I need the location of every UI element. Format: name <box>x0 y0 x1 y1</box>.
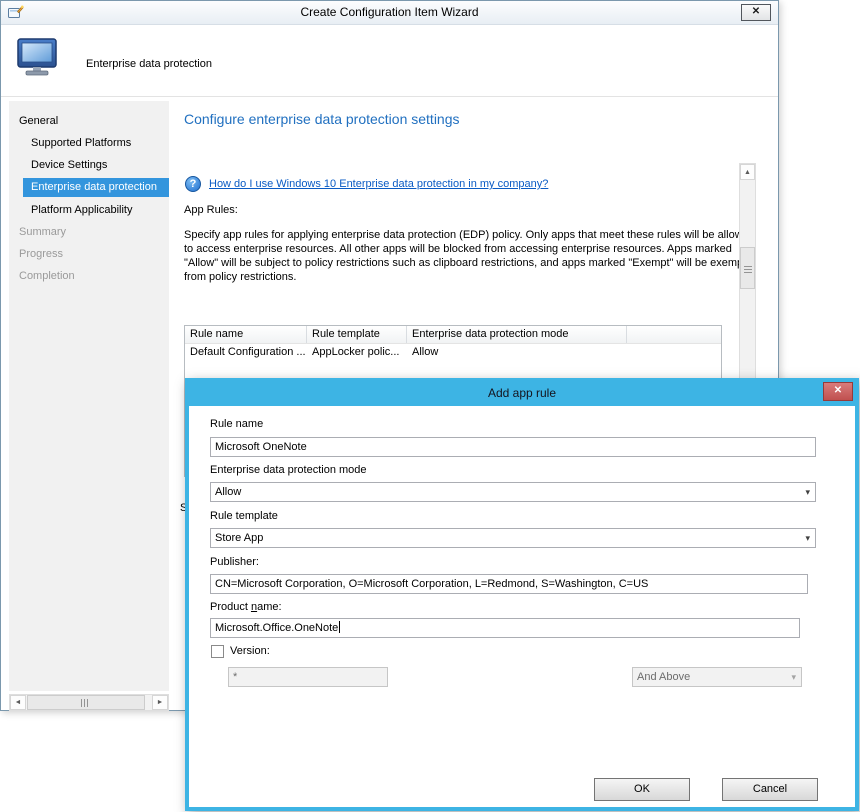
wizard-page-label: Enterprise data protection <box>86 58 212 70</box>
window-titlebar: Create Configuration Item Wizard ✕ <box>1 1 778 25</box>
page-title: Configure enterprise data protection set… <box>184 111 460 127</box>
dialog-titlebar: Add app rule ✕ <box>189 382 855 406</box>
publisher-value: CN=Microsoft Corporation, O=Microsoft Co… <box>215 578 648 590</box>
sidebar-item-summary: Summary <box>9 223 169 242</box>
rule-name-input[interactable]: Microsoft OneNote <box>210 437 816 457</box>
horizontal-scroll-thumb[interactable] <box>27 695 145 710</box>
add-app-rule-dialog: Add app rule ✕ Rule name Microsoft OneNo… <box>185 378 859 811</box>
rule-template-value: Store App <box>215 532 263 544</box>
rule-template-select[interactable]: Store App ▾ <box>210 528 816 548</box>
sidebar-item-label: Progress <box>19 248 63 260</box>
sidebar-item-enterprise-data-protection[interactable]: Enterprise data protection <box>23 178 169 197</box>
version-mode-value: And Above <box>637 671 690 683</box>
rule-template-label: Rule template <box>210 510 278 522</box>
column-header-filler <box>627 326 721 343</box>
app-rules-description: Specify app rules for applying enterpris… <box>184 228 764 284</box>
text-cursor <box>339 621 340 633</box>
wizard-header-band: Enterprise data protection <box>1 25 778 97</box>
cancel-button[interactable]: Cancel <box>722 778 818 801</box>
sidebar-item-completion: Completion <box>9 267 169 286</box>
sidebar-item-platform-applicability[interactable]: Platform Applicability <box>9 201 169 220</box>
column-header-label: Rule template <box>312 328 380 340</box>
computer-icon <box>15 37 61 79</box>
close-icon: ✕ <box>752 6 760 17</box>
chevron-down-icon: ▾ <box>805 483 810 501</box>
product-name-input[interactable]: Microsoft.Office.OneNote <box>210 618 800 638</box>
help-icon: ? <box>185 176 201 192</box>
version-value-input: * <box>228 667 388 687</box>
edp-mode-label: Enterprise data protection mode <box>210 464 367 476</box>
window-title: Create Configuration Item Wizard <box>1 1 778 24</box>
chevron-down-icon: ▾ <box>805 529 810 547</box>
table-cell-rule-template: AppLocker polic... <box>307 344 407 361</box>
help-link[interactable]: How do I use Windows 10 Enterprise data … <box>209 178 548 190</box>
product-name-label: Product name: <box>210 601 282 613</box>
column-header-label: Enterprise data protection mode <box>412 328 569 340</box>
sidebar-item-label: General <box>19 115 58 127</box>
column-header-rule-name[interactable]: Rule name <box>185 326 307 343</box>
edp-mode-select[interactable]: Allow ▾ <box>210 482 816 502</box>
screen: Create Configuration Item Wizard ✕ <box>0 0 860 812</box>
sidebar-item-label: Device Settings <box>31 159 107 171</box>
publisher-label: Publisher: <box>210 556 259 568</box>
ok-button[interactable]: OK <box>594 778 690 801</box>
sidebar-item-progress: Progress <box>9 245 169 264</box>
sidebar-item-label: Summary <box>19 226 66 238</box>
wizard-app-icon <box>8 5 24 21</box>
question-mark-glyph: ? <box>190 178 197 190</box>
sidebar-item-label: Enterprise data protection <box>31 181 157 193</box>
scroll-right-icon: ► <box>157 699 164 706</box>
product-name-value: Microsoft.Office.OneNote <box>215 622 338 634</box>
scroll-right-button[interactable]: ► <box>152 695 168 710</box>
table-cell-rule-name: Default Configuration ... <box>185 344 307 361</box>
rule-name-value: Microsoft OneNote <box>215 441 307 453</box>
scroll-up-button[interactable]: ▲ <box>740 164 755 180</box>
app-rules-label: App Rules: <box>184 204 238 216</box>
sidebar-horizontal-scrollbar[interactable]: ◄ ► <box>9 694 169 711</box>
chevron-down-icon: ▾ <box>791 668 796 686</box>
scroll-left-icon: ◄ <box>15 699 22 706</box>
window-close-button[interactable]: ✕ <box>741 4 771 21</box>
publisher-input[interactable]: CN=Microsoft Corporation, O=Microsoft Co… <box>210 574 808 594</box>
version-checkbox[interactable] <box>211 645 224 658</box>
vertical-scroll-thumb[interactable] <box>740 247 755 289</box>
dialog-title: Add app rule <box>189 382 855 405</box>
version-mode-select: And Above ▾ <box>632 667 802 687</box>
column-header-label: Rule name <box>190 328 243 340</box>
close-icon: ✕ <box>834 385 842 396</box>
scroll-left-button[interactable]: ◄ <box>10 695 26 710</box>
table-header: Rule name Rule template Enterprise data … <box>185 326 721 344</box>
table-cell-edp-mode: Allow <box>407 344 627 361</box>
version-label: Version: <box>230 645 270 658</box>
version-value: * <box>233 671 237 683</box>
scroll-up-icon: ▲ <box>744 169 751 176</box>
sidebar-item-label: Platform Applicability <box>31 204 133 216</box>
sidebar-item-general[interactable]: General <box>9 112 169 131</box>
scroll-thumb-grip <box>744 264 752 273</box>
wizard-steps-sidebar: General Supported Platforms Device Setti… <box>9 101 169 691</box>
column-header-rule-template[interactable]: Rule template <box>307 326 407 343</box>
column-header-edp-mode[interactable]: Enterprise data protection mode <box>407 326 627 343</box>
sidebar-item-device-settings[interactable]: Device Settings <box>9 156 169 175</box>
rule-name-label: Rule name <box>210 418 263 430</box>
sidebar-item-supported-platforms[interactable]: Supported Platforms <box>9 134 169 153</box>
sidebar-item-label: Completion <box>19 270 75 282</box>
sidebar-item-label: Supported Platforms <box>31 137 131 149</box>
scroll-thumb-grip <box>81 699 90 707</box>
dialog-close-button[interactable]: ✕ <box>823 382 853 401</box>
edp-mode-value: Allow <box>215 486 241 498</box>
table-row[interactable]: Default Configuration ... AppLocker poli… <box>185 344 721 361</box>
